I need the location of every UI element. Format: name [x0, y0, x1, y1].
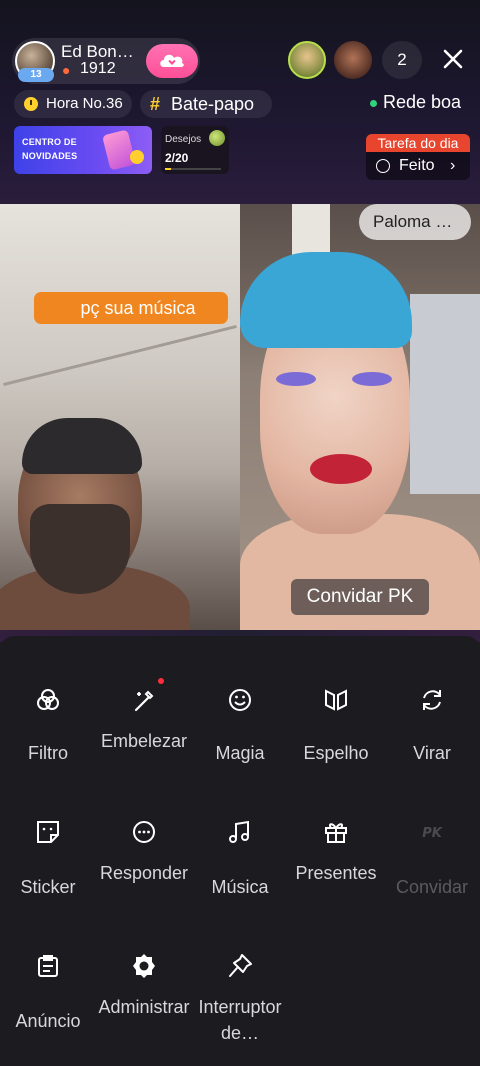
wish-fruit-icon — [209, 130, 225, 146]
host-video-cap — [22, 418, 142, 474]
follow-button[interactable] — [146, 44, 198, 78]
viewer-avatar[interactable] — [288, 41, 326, 79]
menu-music-button[interactable]: Música — [192, 818, 288, 938]
cloud-heart-icon — [160, 54, 184, 67]
menu-filter-button[interactable]: Filtro — [0, 686, 96, 806]
hour-rank-tag[interactable]: Hora No.36 — [14, 90, 132, 118]
menu-sticker-label: Sticker — [20, 877, 76, 897]
menu-mirror-button[interactable]: Espelho — [288, 686, 384, 806]
comment-bubble[interactable]: pç sua música — [34, 292, 228, 324]
settings-gear-icon — [133, 954, 155, 978]
guest-video-eye — [276, 372, 316, 386]
menu-mirror-label: Espelho — [303, 743, 369, 763]
announcement-icon — [38, 955, 58, 977]
menu-beautify-label: Embelezar — [100, 731, 188, 751]
magic-face-icon — [229, 689, 251, 711]
wishes-title: Desejos — [165, 134, 202, 145]
menu-gifts-label: Presentes — [295, 863, 377, 883]
daily-task-button[interactable]: Feito › — [366, 152, 470, 180]
beautify-wand-icon — [134, 690, 154, 712]
topic-tag[interactable]: # Bate-papo — [140, 90, 272, 118]
menu-announcement-label: Anúncio — [15, 1011, 81, 1031]
host-name: Ed Bon… — [61, 42, 134, 61]
menu-flip-label: Virar — [413, 743, 451, 763]
menu-invite-button[interactable]: PK Convidar — [384, 818, 480, 938]
coin-icon — [130, 150, 144, 164]
menu-manage-button[interactable]: Administrar — [96, 952, 192, 1066]
chevron-right-icon: › — [450, 157, 456, 174]
menu-magic-button[interactable]: Magia — [192, 686, 288, 806]
host-video-beard — [30, 504, 130, 594]
wishes-progress-fill — [165, 168, 171, 170]
reply-chat-icon — [133, 821, 155, 843]
phone-illustration-icon — [102, 129, 136, 171]
wishes-count: 2/20 — [165, 151, 189, 165]
menu-flip-button[interactable]: Virar — [384, 686, 480, 806]
menu-gifts-button[interactable]: Presentes — [288, 818, 384, 938]
invite-pk-button[interactable]: Convidar PK — [291, 579, 429, 615]
host-video-tile[interactable] — [0, 204, 240, 630]
menu-filter-label: Filtro — [28, 743, 68, 763]
menu-reply-label: Responder — [99, 863, 189, 883]
topic-label: Bate-papo — [171, 94, 255, 114]
guest-video-lips — [310, 454, 372, 484]
guest-video-tile[interactable] — [240, 204, 480, 630]
sticker-icon — [37, 821, 59, 843]
music-icon — [229, 820, 249, 843]
menu-announcement-button[interactable]: Anúncio — [0, 952, 96, 1066]
viewer-avatar[interactable] — [334, 41, 372, 79]
menu-music-label: Música — [211, 877, 269, 897]
network-status-label: Rede boa — [383, 92, 462, 112]
banner-line-2: NOVIDADES — [22, 151, 78, 161]
menu-switch-label: Interruptor de… — [198, 997, 282, 1043]
flame-icon: ● — [62, 62, 71, 78]
menu-manage-label: Administrar — [98, 997, 190, 1017]
ceiling-line — [3, 325, 237, 386]
mirror-icon — [325, 689, 347, 711]
viewer-count-button[interactable]: 2 — [382, 41, 422, 79]
wishes-card[interactable]: Desejos 2/20 — [161, 126, 229, 174]
check-circle-icon — [376, 159, 390, 173]
guest-name-pill[interactable]: Paloma … — [359, 204, 471, 240]
host-score: 1912 — [80, 60, 116, 77]
daily-task-status: Feito — [399, 157, 435, 174]
news-center-banner[interactable]: CENTRO DE NOVIDADES — [14, 126, 152, 174]
network-status-dot — [370, 100, 377, 107]
banner-line-1: CENTRO DE — [22, 137, 77, 147]
close-icon — [443, 49, 463, 69]
wishes-progress-bar — [165, 168, 221, 170]
filter-icon — [37, 689, 59, 710]
menu-invite-label: Convidar — [395, 877, 469, 897]
clock-icon — [24, 97, 38, 111]
guest-video-eye — [352, 372, 392, 386]
close-button[interactable] — [438, 44, 468, 74]
new-indicator-dot — [158, 678, 164, 684]
menu-sticker-button[interactable]: Sticker — [0, 818, 96, 938]
gift-icon — [325, 823, 347, 843]
guest-video-cap — [240, 252, 412, 348]
hashtag-icon: # — [150, 94, 161, 114]
menu-switch-button[interactable]: Interruptor de… — [192, 952, 288, 1066]
pk-icon: PK — [422, 826, 443, 841]
menu-reply-button[interactable]: Responder — [96, 818, 192, 938]
svg-text:PK: PK — [422, 826, 443, 841]
room-wall — [410, 294, 480, 494]
flip-camera-icon — [423, 690, 441, 710]
host-level-badge: 13 — [18, 68, 54, 82]
menu-magic-label: Magia — [215, 743, 265, 763]
hour-rank-label: Hora No.36 — [46, 95, 123, 112]
pin-switch-icon — [229, 954, 252, 977]
menu-beautify-button[interactable]: Embelezar — [96, 678, 192, 806]
daily-task-label: Tarefa do dia — [366, 134, 470, 152]
